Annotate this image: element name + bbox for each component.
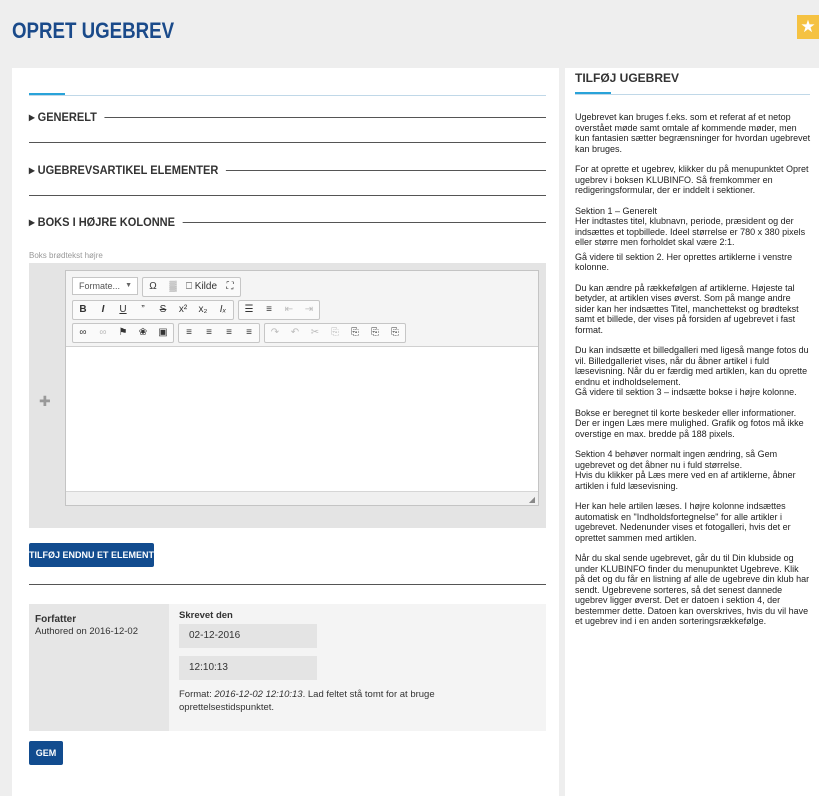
toolbar-group-lists: ☰ ≡ ⇤ ⇥ [238, 300, 320, 320]
image-button[interactable]: ▣ [153, 324, 173, 342]
align-center-button[interactable]: ≡ [199, 324, 219, 342]
sidebar-text: Ugebrevet kan bruges f.eks. som et refer… [575, 112, 811, 637]
chevron-down-icon: ▼ [125, 282, 132, 289]
align-right-button[interactable]: ≡ [219, 324, 239, 342]
sidebar-paragraph: Sektion 1 – Generelt Her indtastes titel… [575, 205, 806, 248]
page-title: OPRET UGEBREV [12, 18, 175, 43]
rich-text-editor[interactable]: Formate... ▼ Ω ▓ ⎕ Kilde ⛶ B I U ” S x² … [65, 270, 539, 506]
section-box[interactable]: ▸ BOKS I HØJRE KOLONNE [29, 215, 546, 235]
sidebar-paragraph: Når du skal sende ugebrevet, går du til … [575, 553, 810, 626]
blockquote-button[interactable]: ” [133, 301, 153, 319]
sidebar-paragraph: Ugebrevet kan bruges f.eks. som et refer… [575, 112, 811, 154]
main-top-divider [29, 95, 546, 96]
author-section: Forfatter Authored on 2016-12-02 Skrevet… [29, 604, 546, 731]
time-field[interactable]: 12:10:13 [179, 656, 317, 680]
resize-icon[interactable]: ◢ [529, 495, 535, 504]
undo-button[interactable]: ↶ [285, 324, 305, 342]
drag-handle-icon[interactable]: ✚ [39, 393, 51, 410]
unlink-button[interactable]: ∞ [93, 324, 113, 342]
toolbar-group-media: ∞ ∞ ⚑ ❀ ▣ [72, 323, 174, 343]
cut-button[interactable]: ✂ [305, 324, 325, 342]
author-summary: Forfatter Authored on 2016-12-02 [29, 604, 169, 731]
subscript-button[interactable]: x₂ [193, 301, 213, 319]
help-sidebar: TILFØJ UGEBREV Ugebrevet kan bruges f.ek… [565, 68, 819, 796]
sidebar-divider [575, 94, 810, 95]
align-left-button[interactable]: ≡ [179, 324, 199, 342]
sidebar-paragraph: Sektion 4 behøver normalt ingen ændring,… [575, 449, 796, 491]
section-separator [29, 142, 546, 143]
editor-footer: ◢ [66, 491, 538, 505]
form-separator [29, 584, 546, 585]
written-date-label: Skrevet den [179, 610, 233, 621]
editor-content-area[interactable] [66, 347, 538, 493]
attach-button[interactable]: ❀ [133, 324, 153, 342]
outdent-button[interactable]: ⇤ [279, 301, 299, 319]
author-title: Forfatter [35, 614, 77, 625]
main-panel: ▸ GENERELT ▸ UGEBREVSARTIKEL ELEMENTER ▸… [12, 68, 559, 796]
sidebar-paragraph: Du kan indsætte et billedgalleri med lig… [575, 345, 809, 397]
toolbar-group-format: B I U ” S x² x₂ Iₓ [72, 300, 234, 320]
indent-button[interactable]: ⇥ [299, 301, 319, 319]
editor-toolbar: Formate... ▼ Ω ▓ ⎕ Kilde ⛶ B I U ” S x² … [66, 271, 538, 347]
format-select-label: Formate... [79, 281, 121, 291]
help-example: 2016-12-02 12:10:13 [214, 689, 303, 700]
section-general-label[interactable]: ▸ GENERELT [29, 110, 105, 124]
star-icon[interactable]: ★ [797, 15, 819, 39]
toolbar-group-insert: Ω ▓ ⎕ Kilde ⛶ [142, 277, 242, 297]
paste-word-button[interactable]: ⎘ [385, 324, 405, 342]
justify-button[interactable]: ≡ [239, 324, 259, 342]
bullet-list-button[interactable]: ≡ [259, 301, 279, 319]
toolbar-group-clipboard: ↷ ↶ ✂ ⎘ ⎘ ⎘ ⎘ [264, 323, 406, 343]
sidebar-paragraph: For at oprette et ugebrev, klikker du på… [575, 164, 809, 195]
save-button[interactable]: GEM [29, 741, 63, 765]
section-general[interactable]: ▸ GENERELT [29, 110, 546, 130]
help-prefix: Format: [179, 689, 215, 700]
section-articles-label[interactable]: ▸ UGEBREVSARTIKEL ELEMENTER [29, 163, 226, 177]
format-select[interactable]: Formate... ▼ [72, 277, 138, 295]
superscript-button[interactable]: x² [173, 301, 193, 319]
link-button[interactable]: ∞ [73, 324, 93, 342]
sidebar-title: TILFØJ UGEBREV [575, 71, 680, 85]
section-articles[interactable]: ▸ UGEBREVSARTIKEL ELEMENTER [29, 163, 546, 183]
section-divider [29, 117, 546, 118]
toolbar-group-align: ≡ ≡ ≡ ≡ [178, 323, 260, 343]
date-field[interactable]: 02-12-2016 [179, 624, 317, 648]
source-button[interactable]: ⎕ Kilde [183, 278, 220, 296]
sidebar-paragraph: Du kan ændre på rækkefølgen af artiklern… [575, 282, 799, 335]
section-box-label[interactable]: ▸ BOKS I HØJRE KOLONNE [29, 215, 183, 229]
field-label: Boks brødtekst højre [29, 251, 103, 260]
format-help-text: Format: 2016-12-02 12:10:13. Lad feltet … [179, 688, 499, 714]
italic-button[interactable]: I [93, 301, 113, 319]
editor-container: ✚ Formate... ▼ Ω ▓ ⎕ Kilde ⛶ B I U ” S x… [29, 263, 546, 528]
maximize-button[interactable]: ⛶ [220, 278, 240, 296]
paste-button[interactable]: ⎘ [345, 324, 365, 342]
special-char-button[interactable]: Ω [143, 278, 163, 296]
bold-button[interactable]: B [73, 301, 93, 319]
anchor-button[interactable]: ⚑ [113, 324, 133, 342]
sidebar-paragraph: Bokse er beregnet til korte beskeder ell… [575, 407, 804, 439]
sidebar-paragraph: Her kan hele artilen læses. I højre kolo… [575, 501, 791, 543]
section-separator [29, 195, 546, 196]
author-summary-text: Authored on 2016-12-02 [35, 626, 138, 637]
strike-button[interactable]: S [153, 301, 173, 319]
numbered-list-button[interactable]: ☰ [239, 301, 259, 319]
copy-button[interactable]: ⎘ [325, 324, 345, 342]
redo-button[interactable]: ↷ [265, 324, 285, 342]
remove-format-button[interactable]: Iₓ [213, 301, 233, 319]
underline-button[interactable]: U [113, 301, 133, 319]
add-element-button[interactable]: TILFØJ ENDNU ET ELEMENT [29, 543, 154, 567]
sidebar-paragraph: Gå videre til sektion 2. Her oprettes ar… [575, 251, 793, 273]
paste-text-button[interactable]: ⎘ [365, 324, 385, 342]
table-button[interactable]: ▓ [163, 278, 183, 296]
